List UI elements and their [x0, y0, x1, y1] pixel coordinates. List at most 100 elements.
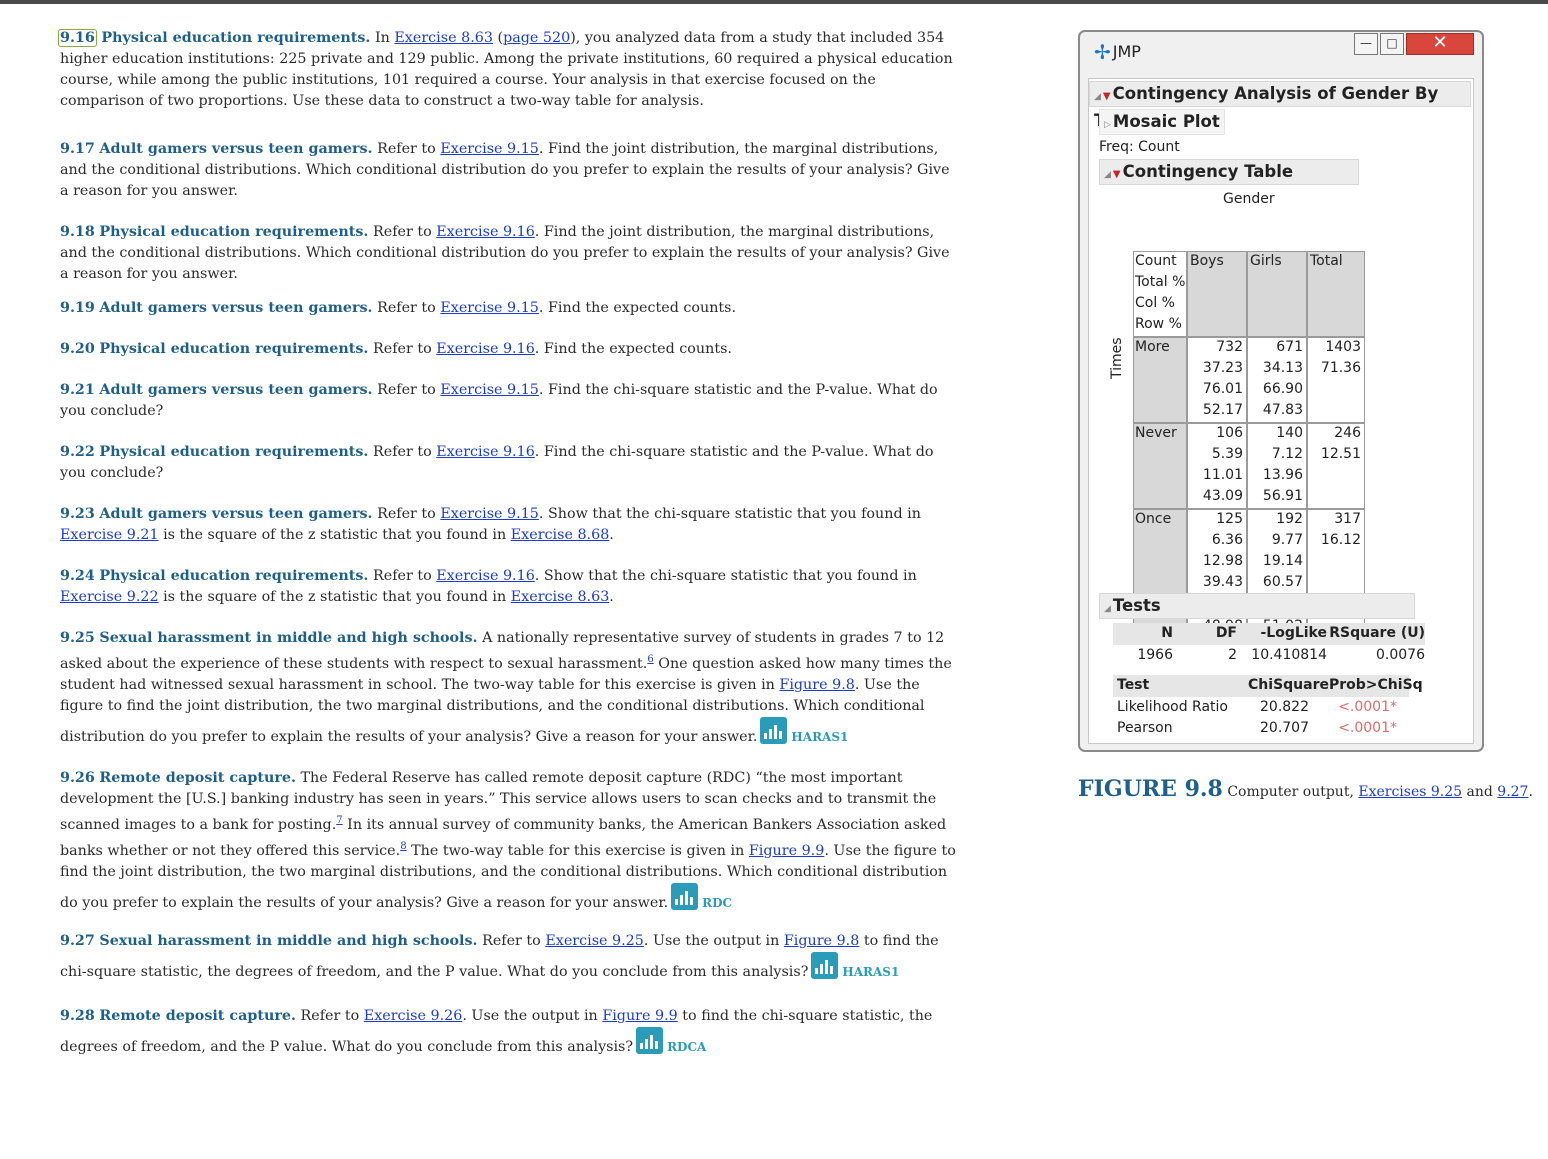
- cross-reference-link[interactable]: Exercise 9.15: [440, 506, 539, 522]
- red-triangle-menu-icon[interactable]: ▼: [1113, 169, 1121, 180]
- dataset-link[interactable]: HARAS1: [811, 952, 899, 983]
- row-label: Never: [1135, 425, 1177, 441]
- exercise-9-28: 9.28 Remote deposit capture. Refer to Ex…: [60, 1006, 960, 1058]
- exercise-number: 9.18: [60, 224, 95, 240]
- exercise-9-24: 9.24 Physical education requirements. Re…: [60, 566, 960, 608]
- exercise-9-22: 9.22 Physical education requirements. Re…: [60, 442, 960, 484]
- chisquare-value: 20.707: [1260, 720, 1309, 736]
- cell-value: 76.01: [1202, 381, 1243, 397]
- cross-reference-link[interactable]: Exercise 9.25: [545, 933, 644, 949]
- exercise-text: Refer to: [372, 341, 437, 357]
- cross-reference-link[interactable]: page 520: [503, 30, 570, 46]
- cell-value: 671: [1276, 339, 1303, 355]
- cell-value: 1403: [1325, 339, 1361, 355]
- cross-reference-link[interactable]: Exercise 9.26: [364, 1008, 463, 1024]
- cross-reference-link[interactable]: Exercise 8.68: [511, 527, 610, 543]
- caption-link-exercise-927[interactable]: 9.27: [1497, 784, 1528, 800]
- collapse-triangle-icon[interactable]: ◢: [1094, 92, 1101, 102]
- cross-reference-link[interactable]: Exercise 9.16: [436, 568, 535, 584]
- tests-header[interactable]: ◢ Tests: [1099, 593, 1415, 619]
- collapse-triangle-icon[interactable]: ◢: [1104, 604, 1111, 614]
- maximize-button[interactable]: □: [1380, 33, 1404, 55]
- cross-reference-link[interactable]: Exercise 9.22: [60, 589, 159, 605]
- close-button[interactable]: ✕: [1406, 33, 1474, 55]
- test-name: Pearson: [1117, 720, 1173, 736]
- collapse-triangle-icon[interactable]: ◢: [1104, 170, 1111, 180]
- dataset-link[interactable]: HARAS1: [760, 716, 848, 748]
- exercise-title: Adult gamers versus teen gamers.: [99, 141, 373, 157]
- exercise-number: 9.17: [60, 141, 95, 157]
- cell-value: 192: [1276, 511, 1303, 527]
- dataset-chart-icon[interactable]: [636, 1027, 664, 1054]
- summary-value: 10.410814: [1251, 647, 1327, 663]
- dataset-link[interactable]: RDCA: [636, 1027, 706, 1058]
- test-header: Test: [1117, 677, 1150, 693]
- dataset-chart-icon[interactable]: [811, 952, 839, 979]
- exercise-9-16: 9.16 Physical education requirements. In…: [58, 28, 960, 112]
- stat-label: Row %: [1135, 316, 1182, 332]
- cell-value: 71.36: [1320, 360, 1361, 376]
- summary-value: 1966: [1137, 647, 1173, 663]
- cross-reference-link[interactable]: Figure 9.9: [749, 843, 824, 859]
- cross-reference-link[interactable]: Figure 9.8: [779, 677, 854, 693]
- summary-value: 2: [1228, 647, 1237, 663]
- caption-link-exercises[interactable]: Exercises 9.25: [1358, 784, 1462, 800]
- jmp-window: ✢ JMP — □ ✕ ◢ ▼ Contingency Analysis of Gen…: [1078, 30, 1484, 752]
- exercise-text: . Find the expected counts.: [538, 300, 737, 316]
- cross-reference-link[interactable]: Exercise 9.15: [440, 300, 539, 316]
- summary-header: RSquare (U): [1329, 625, 1425, 641]
- cross-reference-link[interactable]: Exercise 9.16: [436, 444, 535, 460]
- exercise-title: Physical education requirements.: [99, 224, 369, 240]
- exercise-9-20: 9.20 Physical education requirements. Re…: [60, 339, 960, 360]
- exercise-text: .: [609, 527, 614, 543]
- dataset-name[interactable]: RDC: [702, 896, 732, 910]
- cross-reference-link[interactable]: Exercise 9.21: [60, 527, 159, 543]
- test-name: Likelihood Ratio: [1117, 699, 1228, 715]
- figure-caption: FIGURE 9.8 Computer output, Exercises 9.…: [1078, 776, 1533, 802]
- exercise-text: Refer to: [377, 506, 441, 522]
- exercise-9-23: 9.23 Adult gamers versus teen gamers. Re…: [60, 504, 960, 546]
- exercise-text: .: [609, 589, 614, 605]
- dataset-link[interactable]: RDC: [671, 882, 732, 914]
- cross-reference-link[interactable]: Exercise 9.16: [436, 224, 535, 240]
- cross-reference-link[interactable]: Exercise 8.63: [394, 30, 493, 46]
- dataset-name[interactable]: HARAS1: [791, 730, 848, 744]
- dataset-name[interactable]: RDCA: [667, 1040, 706, 1054]
- exercise-number: 9.22: [60, 444, 95, 460]
- summary-value: 0.0076: [1376, 647, 1425, 663]
- exercise-9-19: 9.19 Adult gamers versus teen gamers. Re…: [60, 298, 960, 319]
- cell-value: 12.51: [1320, 446, 1361, 462]
- cell-value: 106: [1216, 425, 1243, 441]
- exercise-number: 9.16: [58, 29, 97, 47]
- dataset-name[interactable]: HARAS1: [842, 965, 899, 979]
- cell-value: 39.43: [1202, 574, 1243, 590]
- test-header: Prob>ChiSq: [1329, 677, 1423, 693]
- contingency-table-header[interactable]: ◢ ▼ Contingency Table: [1099, 159, 1359, 185]
- minimize-button[interactable]: —: [1354, 33, 1378, 55]
- cross-reference-link[interactable]: Exercise 9.16: [436, 341, 535, 357]
- exercise-title: Physical education requirements.: [101, 30, 371, 46]
- cross-reference-link[interactable]: Exercise 9.15: [440, 141, 539, 157]
- expand-triangle-icon[interactable]: ▷: [1104, 120, 1111, 130]
- column-header-label: Boys: [1190, 253, 1224, 269]
- cross-reference-link[interactable]: Figure 9.9: [602, 1008, 677, 1024]
- cell-value: 56.91: [1262, 488, 1303, 504]
- exercise-text: (: [492, 30, 504, 46]
- cell-value: 47.83: [1262, 402, 1303, 418]
- mosaic-plot-header[interactable]: ▷ Mosaic Plot: [1099, 109, 1225, 135]
- contingency-analysis-header[interactable]: ◢▼Contingency Analysis of Gender By Time…: [1089, 81, 1471, 130]
- cross-reference-link[interactable]: Figure 9.8: [784, 933, 859, 949]
- exercise-title: Physical education requirements.: [99, 444, 369, 460]
- exercise-text: is the square of the z statistic that yo…: [158, 527, 511, 543]
- cell-value: 60.57: [1262, 574, 1303, 590]
- top-border: [0, 0, 1548, 4]
- cross-reference-link[interactable]: Exercise 8.63: [511, 589, 610, 605]
- caption-text: Computer output,: [1227, 784, 1359, 800]
- cell-value: 16.12: [1320, 532, 1361, 548]
- dataset-chart-icon[interactable]: [760, 716, 788, 744]
- red-triangle-menu-icon[interactable]: ▼: [1103, 91, 1111, 102]
- dataset-chart-icon[interactable]: [671, 882, 699, 910]
- exercise-number: 9.26: [60, 770, 95, 786]
- cross-reference-link[interactable]: Exercise 9.15: [440, 382, 539, 398]
- exercise-9-18: 9.18 Physical education requirements. Re…: [60, 222, 960, 285]
